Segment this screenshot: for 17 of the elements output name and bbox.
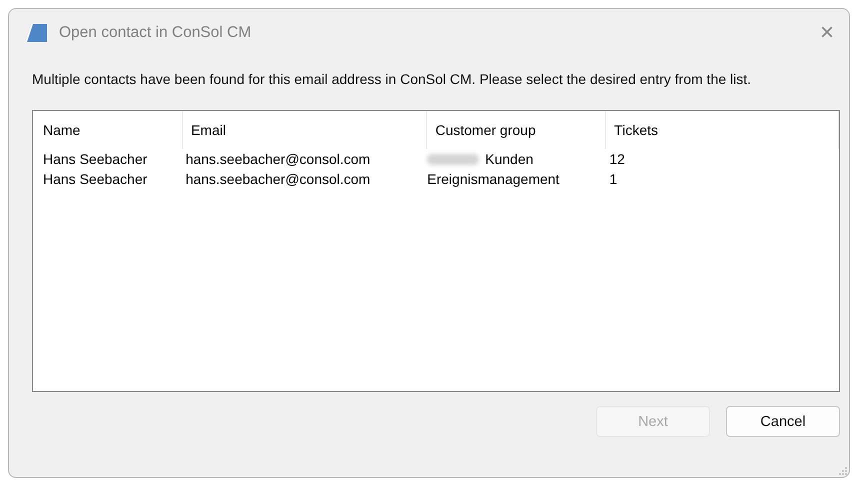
table-cell[interactable]: hans.seebacher@consol.com — [186, 171, 370, 187]
table-cell[interactable]: hans.seebacher@consol.com — [186, 151, 370, 167]
resize-grip-icon — [839, 467, 847, 475]
column-header[interactable]: Tickets — [606, 111, 840, 149]
message-text: Multiple contacts have been found for this email address in ConSol CM. Please select the desired entry from the list. — [32, 71, 752, 88]
column-header[interactable]: Customer group — [427, 111, 606, 149]
column-header[interactable]: Name — [43, 111, 183, 149]
table-cell[interactable]: Ereignismanagement — [427, 171, 560, 187]
table-cell[interactable]: Kunden — [485, 151, 534, 167]
cancel-button[interactable]: Cancel — [726, 406, 840, 437]
table-cell[interactable]: 1 — [609, 171, 618, 187]
logo-icon — [25, 24, 47, 42]
table-cell[interactable]: 12 — [609, 151, 625, 167]
table-cell[interactable]: Hans Seebacher — [43, 171, 148, 187]
table-cell[interactable]: Hans Seebacher — [43, 151, 148, 167]
column-header[interactable]: Email — [182, 111, 428, 149]
window-title: Open contact in ConSol CM — [59, 24, 252, 42]
